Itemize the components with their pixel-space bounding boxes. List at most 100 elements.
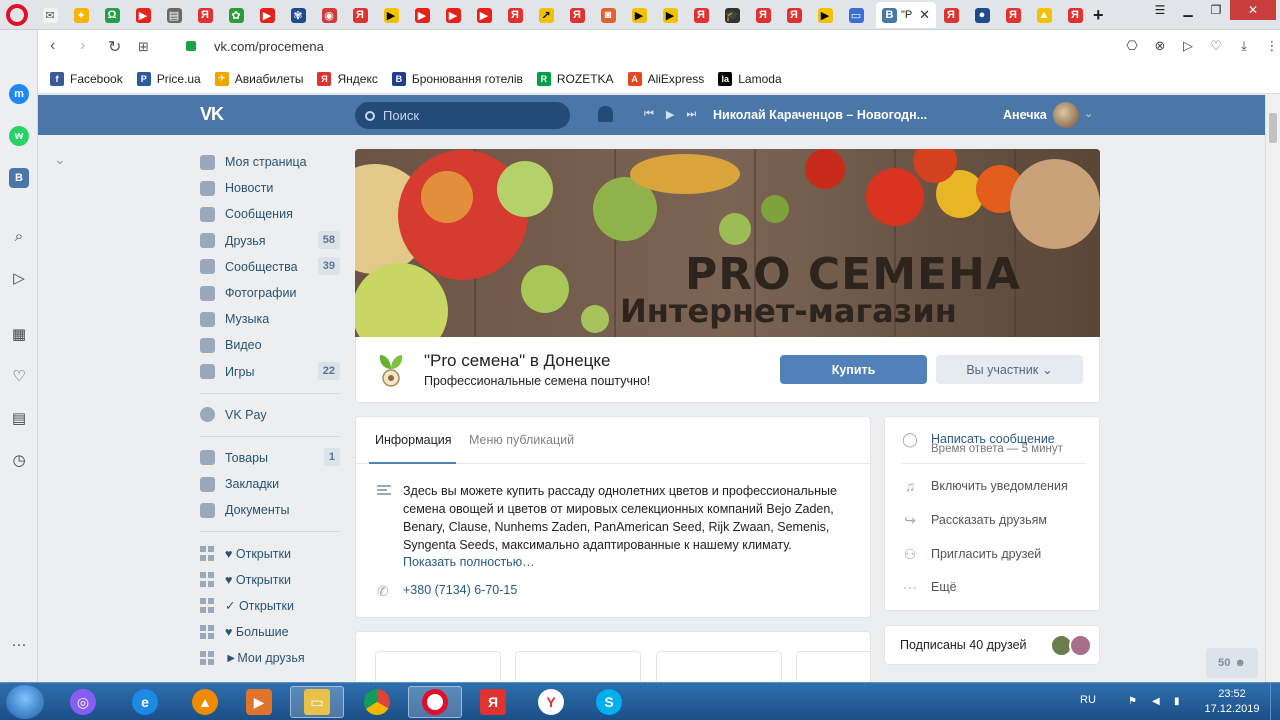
page-scrollbar[interactable] [1265,95,1280,682]
more-icon[interactable]: ··· [9,634,29,654]
minimize-icon[interactable]: ▁ [1174,0,1202,20]
bookmark-item[interactable]: B Бронювання готелів [391,71,523,86]
market-item[interactable] [656,651,782,682]
speed-dial-icon[interactable]: ▦ [9,324,29,344]
vk-sidebar-icon[interactable]: В [9,168,29,188]
sidebar-item-5[interactable]: Фотографии [198,280,340,306]
sidebar-app-3[interactable]: ♥ Большие [198,619,340,645]
browser-tab[interactable]: 🎓 [717,2,747,28]
browser-tab[interactable]: Я [190,2,220,28]
vk-logo-icon[interactable]: VK [200,104,224,125]
new-tab-button[interactable]: + [1093,5,1104,26]
browser-tab[interactable]: ▭ [841,2,871,28]
taskbar-app-avast[interactable]: ▲ [178,686,232,718]
browser-tab[interactable]: ▶ [624,2,654,28]
browser-tab[interactable]: ✾ [283,2,313,28]
bookmark-item[interactable]: f Facebook [50,71,123,86]
browser-tab[interactable]: ▶ [655,2,685,28]
language-indicator[interactable]: RU [1080,694,1096,706]
flag-tray-icon[interactable]: ⚑ [1128,696,1140,708]
browser-tab[interactable]: Я [562,2,592,28]
forward-icon[interactable]: › [80,37,85,55]
sidebar-item-2[interactable]: Сообщения [198,201,340,227]
sidebar-item-0[interactable]: Моя страница [198,149,340,175]
volume-icon[interactable]: ◀ [1152,696,1164,708]
url-field[interactable]: vk.com/procemena [214,39,324,54]
scrollbar-thumb[interactable] [1269,113,1277,143]
browser-tab[interactable]: Я [779,2,809,28]
browser-tab[interactable]: ✦ [66,2,96,28]
next-track-icon[interactable]: ⏭ [686,108,696,121]
camera-icon[interactable]: ⎔ [1124,38,1140,54]
browser-tab[interactable]: Я [686,2,716,28]
sidebar-app-0[interactable]: ♥ Открытки [198,540,340,566]
browser-tab[interactable]: Я [936,2,966,28]
sidebar-app-1[interactable]: ♥ Открытки [198,567,340,593]
play-icon[interactable]: ▶ [666,108,674,121]
enable-notifications-action[interactable]: ♫ Включить уведомления [901,477,1068,495]
browser-tab[interactable]: ◙ [593,2,623,28]
vk-search-box[interactable] [355,102,570,129]
browser-tab[interactable]: ▲ [1029,2,1059,28]
network-icon[interactable]: ▮ [1174,696,1186,708]
tabs-grid-icon[interactable]: ⊞ [138,39,149,55]
bookmark-item[interactable]: la Lamoda [718,71,782,86]
close-window-icon[interactable]: ✕ [1230,0,1276,20]
market-item[interactable] [375,651,501,682]
browser-tab[interactable]: Я [1060,2,1090,28]
sidebar-item-3[interactable]: Друзья 58 [198,228,340,254]
bookmark-item[interactable]: Я Яндекс [317,71,378,86]
sidebar-item-extra-2[interactable]: Документы [198,497,340,523]
sidebar-app-2[interactable]: ✓ Открытки [198,593,340,619]
browser-tab[interactable]: Я [345,2,375,28]
show-more-link[interactable]: Показать полностью… [403,555,535,569]
sidebar-item-7[interactable]: Видео [198,332,340,358]
reload-icon[interactable]: ↻ [108,37,121,57]
taskbar-app-opera[interactable] [408,686,462,718]
menu-icon[interactable]: ☰ [1146,0,1174,20]
back-icon[interactable]: ‹ [50,37,55,55]
tab-information[interactable]: Информация [375,433,452,447]
market-item[interactable] [796,651,870,682]
bookmark-item[interactable]: A AliExpress [627,71,704,86]
taskbar-app-chrome[interactable] [350,686,404,718]
current-track[interactable]: Николай Караченцов – Новогодн... [713,108,927,122]
sidebar-item-8[interactable]: Игры 22 [198,359,340,385]
taskbar-app-media[interactable]: ▶ [232,686,286,718]
browser-tab[interactable]: ◉ [314,2,344,28]
bookmark-item[interactable]: ✈ Авиабилеты [214,71,303,86]
search-input[interactable] [383,108,553,123]
market-item[interactable] [515,651,641,682]
phone-number[interactable]: +380 (7134) 6-70-15 [403,583,517,597]
taskbar-app-skype[interactable]: S [582,686,636,718]
maximize-icon[interactable]: ❐ [1202,0,1230,20]
notifications-bell-icon[interactable] [598,106,613,122]
collapse-chevron-icon[interactable]: ⌄ [54,151,66,168]
browser-tab[interactable]: ▶ [128,2,158,28]
chevron-down-icon[interactable]: ⌄ [1084,107,1093,120]
messenger-icon[interactable]: m [9,84,29,104]
browser-tab[interactable]: Ω [97,2,127,28]
tab-publication-menu[interactable]: Меню публикаций [469,433,574,447]
sidebar-item-4[interactable]: Сообщества 39 [198,254,340,280]
browser-tab[interactable]: ▶ [469,2,499,28]
search-sidebar-icon[interactable]: ⌕ [9,226,29,246]
browser-tab[interactable]: Я [748,2,778,28]
sidebar-item-vkpay[interactable]: VK Pay [198,402,340,428]
browser-tab[interactable]: ▶ [407,2,437,28]
taskbar-app-explorer[interactable]: ▭ [290,686,344,718]
system-clock[interactable]: 23:52 17.12.2019 [1200,687,1264,717]
tab-active-vk[interactable]: В "P ✕ [876,2,936,28]
settings-dots-icon[interactable]: ⋮ [1264,38,1280,54]
whatsapp-icon[interactable]: w [9,126,29,146]
user-avatar[interactable] [1053,102,1079,128]
sidebar-item-extra-1[interactable]: Закладки [198,471,340,497]
taskbar-app-ie[interactable]: e [118,686,172,718]
download-icon[interactable]: ⤓ [1236,38,1252,54]
flow-icon[interactable]: ▷ [1180,38,1196,54]
taskbar-app-alice[interactable]: ◎ [56,686,110,718]
browser-tab[interactable]: ▶ [376,2,406,28]
browser-tab[interactable]: ✿ [221,2,251,28]
adblock-icon[interactable]: ⊗ [1152,38,1168,54]
member-button[interactable]: Вы участник ⌄ [936,355,1083,384]
